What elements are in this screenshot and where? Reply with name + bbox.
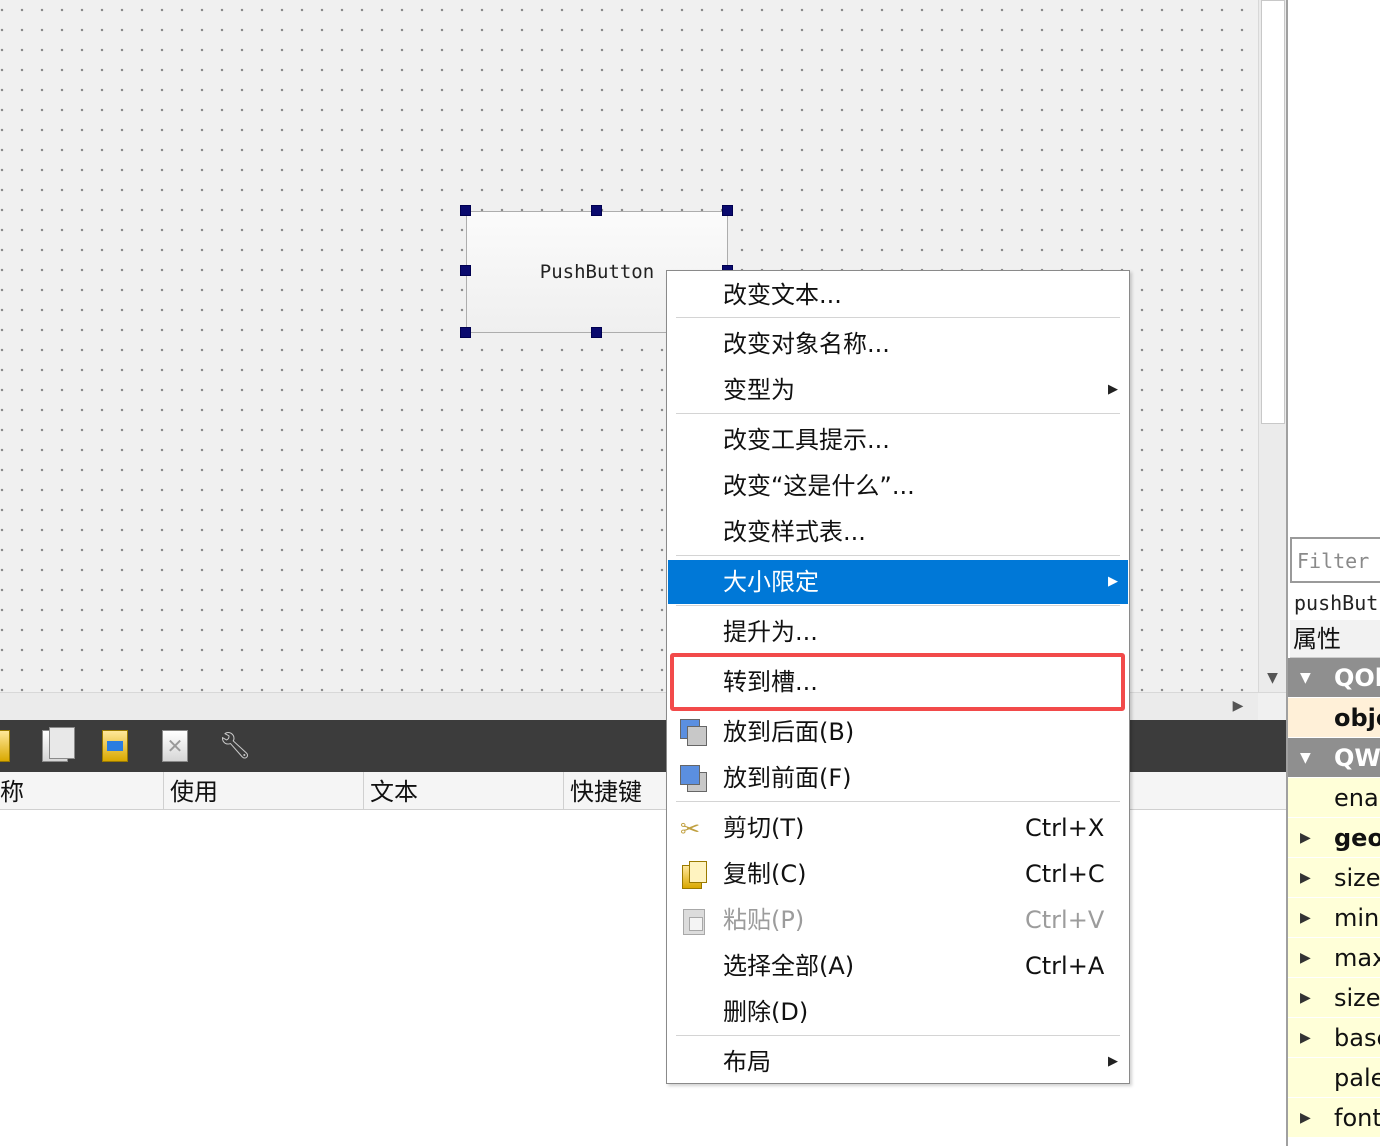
menu-item-change-object-name[interactable]: 改变对象名称... <box>668 322 1128 366</box>
menu-item-promote-to[interactable]: 提升为... <box>668 610 1128 654</box>
collapse-triangle-icon[interactable]: ▼ <box>1300 658 1311 697</box>
submenu-arrow-icon: ▶ <box>1108 382 1118 397</box>
menu-separator <box>676 413 1120 414</box>
send-to-back-icon <box>680 719 708 747</box>
delete-action-icon[interactable]: ✕ <box>156 728 194 764</box>
copy-icon <box>680 861 708 889</box>
menu-item-send-to-back[interactable]: 放到后面(B) <box>668 710 1128 754</box>
menu-item-size-constraints[interactable]: 大小限定 ▶ <box>668 560 1128 604</box>
paste-icon <box>680 907 708 935</box>
scroll-right-icon[interactable]: ▶ <box>1226 693 1250 720</box>
menu-item-cut[interactable]: ✂ 剪切(T) Ctrl+X <box>668 806 1128 850</box>
property-row-basesize[interactable]: ▶base <box>1288 1018 1380 1058</box>
expand-triangle-icon[interactable]: ▶ <box>1300 1098 1311 1137</box>
property-column-header[interactable]: 属性 <box>1290 620 1380 658</box>
resize-handle-top-right[interactable] <box>722 205 733 216</box>
scissors-icon: ✂ <box>680 815 701 843</box>
property-filter-input[interactable]: Filter <box>1290 537 1380 583</box>
property-row-sizepolicy[interactable]: ▶sizeI <box>1288 858 1380 898</box>
paste-action-icon[interactable] <box>96 728 134 764</box>
resize-handle-bottom-left[interactable] <box>460 327 471 338</box>
context-menu: 改变文本... 改变对象名称... 变型为 ▶ 改变工具提示... 改变“这是什么… <box>666 270 1130 1084</box>
bring-to-front-icon <box>680 765 708 793</box>
canvas-vertical-scrollbar[interactable]: ▼ <box>1258 0 1286 692</box>
column-header-name[interactable]: 称 <box>0 772 164 809</box>
menu-item-bring-to-front[interactable]: 放到前面(F) <box>668 756 1128 800</box>
configure-wrench-icon[interactable]: 🔧︎ <box>216 728 254 764</box>
menu-item-go-to-slot[interactable]: 转到槽... <box>668 660 1128 704</box>
menu-separator <box>676 317 1120 318</box>
expand-triangle-icon[interactable]: ▶ <box>1300 1018 1311 1057</box>
menu-item-change-whats-this[interactable]: 改变“这是什么”... <box>668 464 1128 508</box>
expand-triangle-icon[interactable]: ▶ <box>1300 978 1311 1017</box>
property-group-qwidget[interactable]: ▼ QW <box>1288 738 1380 778</box>
scroll-thumb[interactable] <box>1261 0 1285 424</box>
resize-handle-top[interactable] <box>591 205 602 216</box>
copy-action-icon[interactable] <box>36 727 75 764</box>
resize-handle-top-left[interactable] <box>460 205 471 216</box>
menu-item-delete[interactable]: 删除(D) <box>668 990 1128 1034</box>
menu-separator <box>676 1035 1120 1036</box>
expand-triangle-icon[interactable]: ▶ <box>1300 858 1311 897</box>
column-header-used[interactable]: 使用 <box>164 772 364 809</box>
scroll-corner <box>1258 693 1286 720</box>
new-action-icon[interactable] <box>0 728 18 764</box>
selected-object-name: pushBut <box>1294 591 1379 615</box>
menu-separator <box>676 605 1120 606</box>
resize-handle-left[interactable] <box>460 265 471 276</box>
menu-item-paste[interactable]: 粘贴(P) Ctrl+V <box>668 898 1128 942</box>
property-row-sizeincrement[interactable]: ▶sizeI <box>1288 978 1380 1018</box>
menu-separator <box>676 555 1120 556</box>
property-row-enabled[interactable]: enal <box>1288 778 1380 818</box>
expand-triangle-icon[interactable]: ▶ <box>1300 898 1311 937</box>
expand-triangle-icon[interactable]: ▶ <box>1300 818 1311 857</box>
scroll-down-icon[interactable]: ▼ <box>1259 664 1286 692</box>
property-row-geometry[interactable]: ▶ geo <box>1288 818 1380 858</box>
menu-separator <box>676 801 1120 802</box>
column-header-text[interactable]: 文本 <box>364 772 564 809</box>
property-row-maximumsize[interactable]: ▶max <box>1288 938 1380 978</box>
menu-item-morph-into[interactable]: 变型为 ▶ <box>668 368 1128 412</box>
collapse-triangle-icon[interactable]: ▼ <box>1300 738 1311 777</box>
property-row-font[interactable]: ▶ font <box>1288 1098 1380 1138</box>
expand-triangle-icon[interactable]: ▶ <box>1300 938 1311 977</box>
menu-item-change-text[interactable]: 改变文本... <box>668 273 1128 317</box>
menu-item-change-tooltip[interactable]: 改变工具提示... <box>668 418 1128 462</box>
resize-handle-bottom[interactable] <box>591 327 602 338</box>
menu-item-change-stylesheet[interactable]: 改变样式表... <box>668 510 1128 554</box>
property-row-palette[interactable]: pale <box>1288 1058 1380 1098</box>
submenu-arrow-icon: ▶ <box>1108 1054 1118 1069</box>
property-group-qobject[interactable]: ▼QOb <box>1288 658 1380 698</box>
submenu-arrow-icon: ▶ <box>1108 574 1118 589</box>
property-row-minimumsize[interactable]: ▶mini <box>1288 898 1380 938</box>
menu-item-layout[interactable]: 布局 ▶ <box>668 1040 1128 1084</box>
menu-item-select-all[interactable]: 选择全部(A) Ctrl+A <box>668 944 1128 988</box>
property-row-objectname[interactable]: obje <box>1288 698 1380 738</box>
menu-item-copy[interactable]: 复制(C) Ctrl+C <box>668 852 1128 896</box>
